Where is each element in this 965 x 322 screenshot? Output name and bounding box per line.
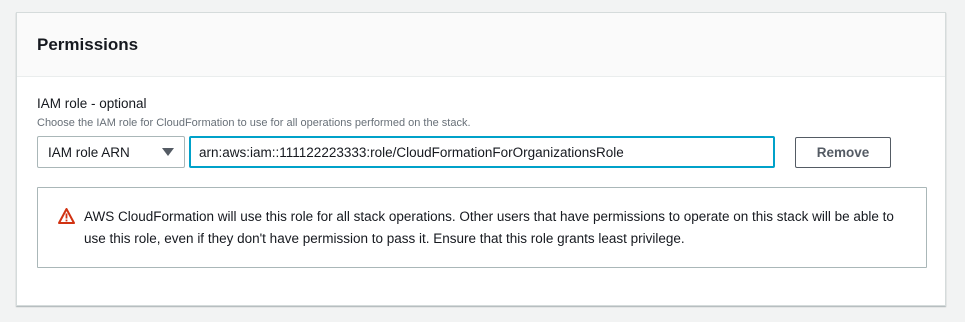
warning-triangle-icon	[58, 208, 75, 224]
iam-role-description: Choose the IAM role for CloudFormation t…	[37, 117, 471, 129]
panel-title: Permissions	[37, 34, 139, 54]
alert-message: AWS CloudFormation will use this role fo…	[84, 209, 894, 246]
warning-alert: AWS CloudFormation will use this role fo…	[37, 187, 927, 268]
panel-header: Permissions	[17, 13, 945, 77]
iam-role-label: IAM role - optional	[37, 96, 147, 111]
iam-role-arn-input[interactable]	[189, 136, 775, 168]
caret-down-icon	[162, 148, 174, 156]
select-value: IAM role ARN	[48, 144, 130, 160]
permissions-panel: Permissions IAM role - optional Choose t…	[16, 12, 946, 306]
iam-role-type-select[interactable]: IAM role ARN	[37, 136, 185, 168]
remove-button[interactable]: Remove	[795, 137, 891, 168]
